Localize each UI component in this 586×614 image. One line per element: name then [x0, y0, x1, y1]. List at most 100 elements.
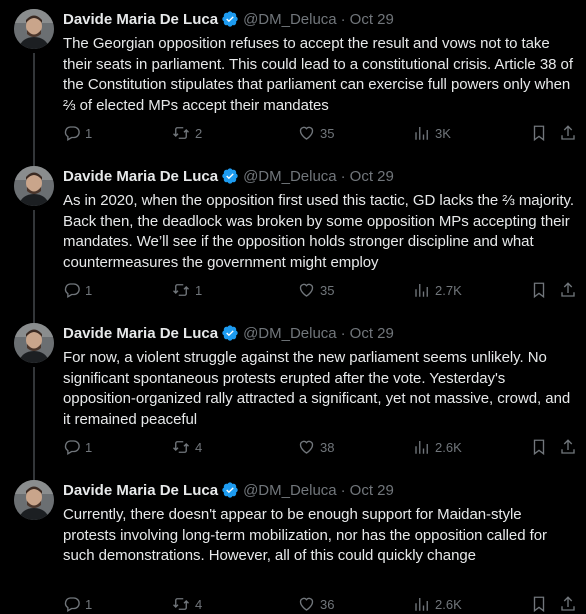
bookmark-icon — [533, 125, 545, 142]
share-button[interactable] — [559, 280, 577, 300]
tweet-date[interactable]: Oct 29 — [350, 11, 394, 28]
user-handle[interactable]: @DM_Deluca — [243, 482, 337, 499]
verified-badge-icon[interactable] — [221, 167, 239, 185]
bookmark-icon — [533, 439, 545, 456]
user-handle[interactable]: @DM_Deluca — [243, 325, 337, 342]
views-button[interactable]: 3K — [413, 123, 451, 143]
tweet-header: Davide Maria De Luca @DM_Deluca · Oct 29 — [63, 166, 576, 186]
tweet-date[interactable]: Oct 29 — [350, 168, 394, 185]
verified-badge-icon[interactable] — [221, 481, 239, 499]
display-name[interactable]: Davide Maria De Luca — [63, 325, 218, 342]
user-handle[interactable]: @DM_Deluca — [243, 168, 337, 185]
repost-button[interactable]: 1 — [171, 280, 202, 300]
share-icon — [561, 596, 575, 611]
avatar-column — [14, 480, 54, 520]
reply-button[interactable]: 1 — [63, 123, 92, 143]
repost-button[interactable]: 4 — [171, 437, 202, 457]
views-count: 3K — [435, 125, 451, 141]
tweet-actions: 1 2 35 3K — [63, 123, 576, 143]
like-count: 35 — [320, 125, 335, 141]
share-button[interactable] — [559, 594, 577, 614]
views-count: 2.6K — [435, 439, 462, 455]
bookmark-button[interactable] — [530, 437, 548, 457]
reply-count: 1 — [85, 282, 93, 298]
share-icon — [561, 125, 575, 140]
reply-button[interactable]: 1 — [63, 280, 92, 300]
views-count: 2.7K — [435, 282, 462, 298]
reply-count: 1 — [85, 125, 93, 141]
like-count: 36 — [320, 596, 335, 612]
tweet-header: Davide Maria De Luca @DM_Deluca · Oct 29 — [63, 323, 576, 343]
avatar-column — [14, 166, 54, 328]
reply-button[interactable]: 1 — [63, 437, 92, 457]
tweet-actions: 1 4 36 2.6K — [63, 594, 576, 614]
heart-icon — [299, 283, 314, 297]
views-button[interactable]: 2.7K — [413, 280, 462, 300]
avatar-column — [14, 9, 54, 171]
heart-icon — [299, 126, 314, 140]
avatar[interactable] — [14, 323, 54, 363]
tweet[interactable]: Davide Maria De Luca @DM_Deluca · Oct 29… — [0, 471, 586, 613]
thread-line — [33, 210, 35, 328]
separator: · — [340, 481, 346, 499]
tweet-content: Davide Maria De Luca @DM_Deluca · Oct 29… — [63, 9, 576, 116]
verified-badge-icon[interactable] — [221, 10, 239, 28]
like-count: 38 — [320, 439, 335, 455]
tweet[interactable]: Davide Maria De Luca @DM_Deluca · Oct 29… — [0, 157, 586, 328]
tweet-date[interactable]: Oct 29 — [350, 325, 394, 342]
user-handle[interactable]: @DM_Deluca — [243, 11, 337, 28]
like-button[interactable]: 36 — [297, 594, 334, 614]
share-button[interactable] — [559, 123, 577, 143]
repost-icon — [173, 441, 189, 453]
like-button[interactable]: 35 — [297, 123, 334, 143]
repost-count: 2 — [195, 125, 203, 141]
thread-line — [33, 53, 35, 171]
tweet-text: As in 2020, when the opposition first us… — [63, 192, 574, 271]
display-name[interactable]: Davide Maria De Luca — [63, 11, 218, 28]
bookmark-button[interactable] — [530, 123, 548, 143]
views-chart-icon — [415, 598, 428, 611]
share-button[interactable] — [559, 437, 577, 457]
reply-count: 1 — [85, 596, 93, 612]
like-button[interactable]: 38 — [297, 437, 334, 457]
bookmark-button[interactable] — [530, 280, 548, 300]
share-icon — [561, 439, 575, 454]
views-button[interactable]: 2.6K — [413, 437, 462, 457]
heart-icon — [299, 597, 314, 611]
verified-badge-icon[interactable] — [221, 324, 239, 342]
reply-icon — [64, 283, 80, 298]
bookmark-icon — [533, 596, 545, 613]
tweet-content: Davide Maria De Luca @DM_Deluca · Oct 29… — [63, 480, 576, 567]
views-chart-icon — [415, 127, 428, 140]
tweet-actions: 1 1 35 2.7K — [63, 280, 576, 300]
tweet-header: Davide Maria De Luca @DM_Deluca · Oct 29 — [63, 9, 576, 29]
display-name[interactable]: Davide Maria De Luca — [63, 168, 218, 185]
share-icon — [561, 282, 575, 297]
repost-button[interactable]: 2 — [171, 123, 202, 143]
views-chart-icon — [415, 284, 428, 297]
repost-count: 4 — [195, 596, 203, 612]
repost-icon — [173, 598, 189, 610]
bookmark-button[interactable] — [530, 594, 548, 614]
reply-button[interactable]: 1 — [63, 594, 92, 614]
repost-icon — [173, 284, 189, 296]
reply-icon — [64, 126, 80, 141]
tweet-text: Currently, there doesn't appear to be en… — [63, 506, 547, 564]
tweet-content: Davide Maria De Luca @DM_Deluca · Oct 29… — [63, 166, 576, 273]
avatar[interactable] — [14, 9, 54, 49]
tweet-actions: 1 4 38 2.6K — [63, 437, 576, 457]
repost-count: 1 — [195, 282, 203, 298]
tweet[interactable]: Davide Maria De Luca @DM_Deluca · Oct 29… — [0, 314, 586, 485]
tweet-date[interactable]: Oct 29 — [350, 482, 394, 499]
avatar[interactable] — [14, 480, 54, 520]
repost-button[interactable]: 4 — [171, 594, 202, 614]
reply-icon — [64, 597, 80, 612]
like-button[interactable]: 35 — [297, 280, 334, 300]
display-name[interactable]: Davide Maria De Luca — [63, 482, 218, 499]
like-count: 35 — [320, 282, 335, 298]
views-button[interactable]: 2.6K — [413, 594, 462, 614]
tweet[interactable]: Davide Maria De Luca @DM_Deluca · Oct 29… — [0, 0, 586, 171]
avatar[interactable] — [14, 166, 54, 206]
tweet-text: For now, a violent struggle against the … — [63, 349, 571, 428]
separator: · — [340, 10, 346, 28]
